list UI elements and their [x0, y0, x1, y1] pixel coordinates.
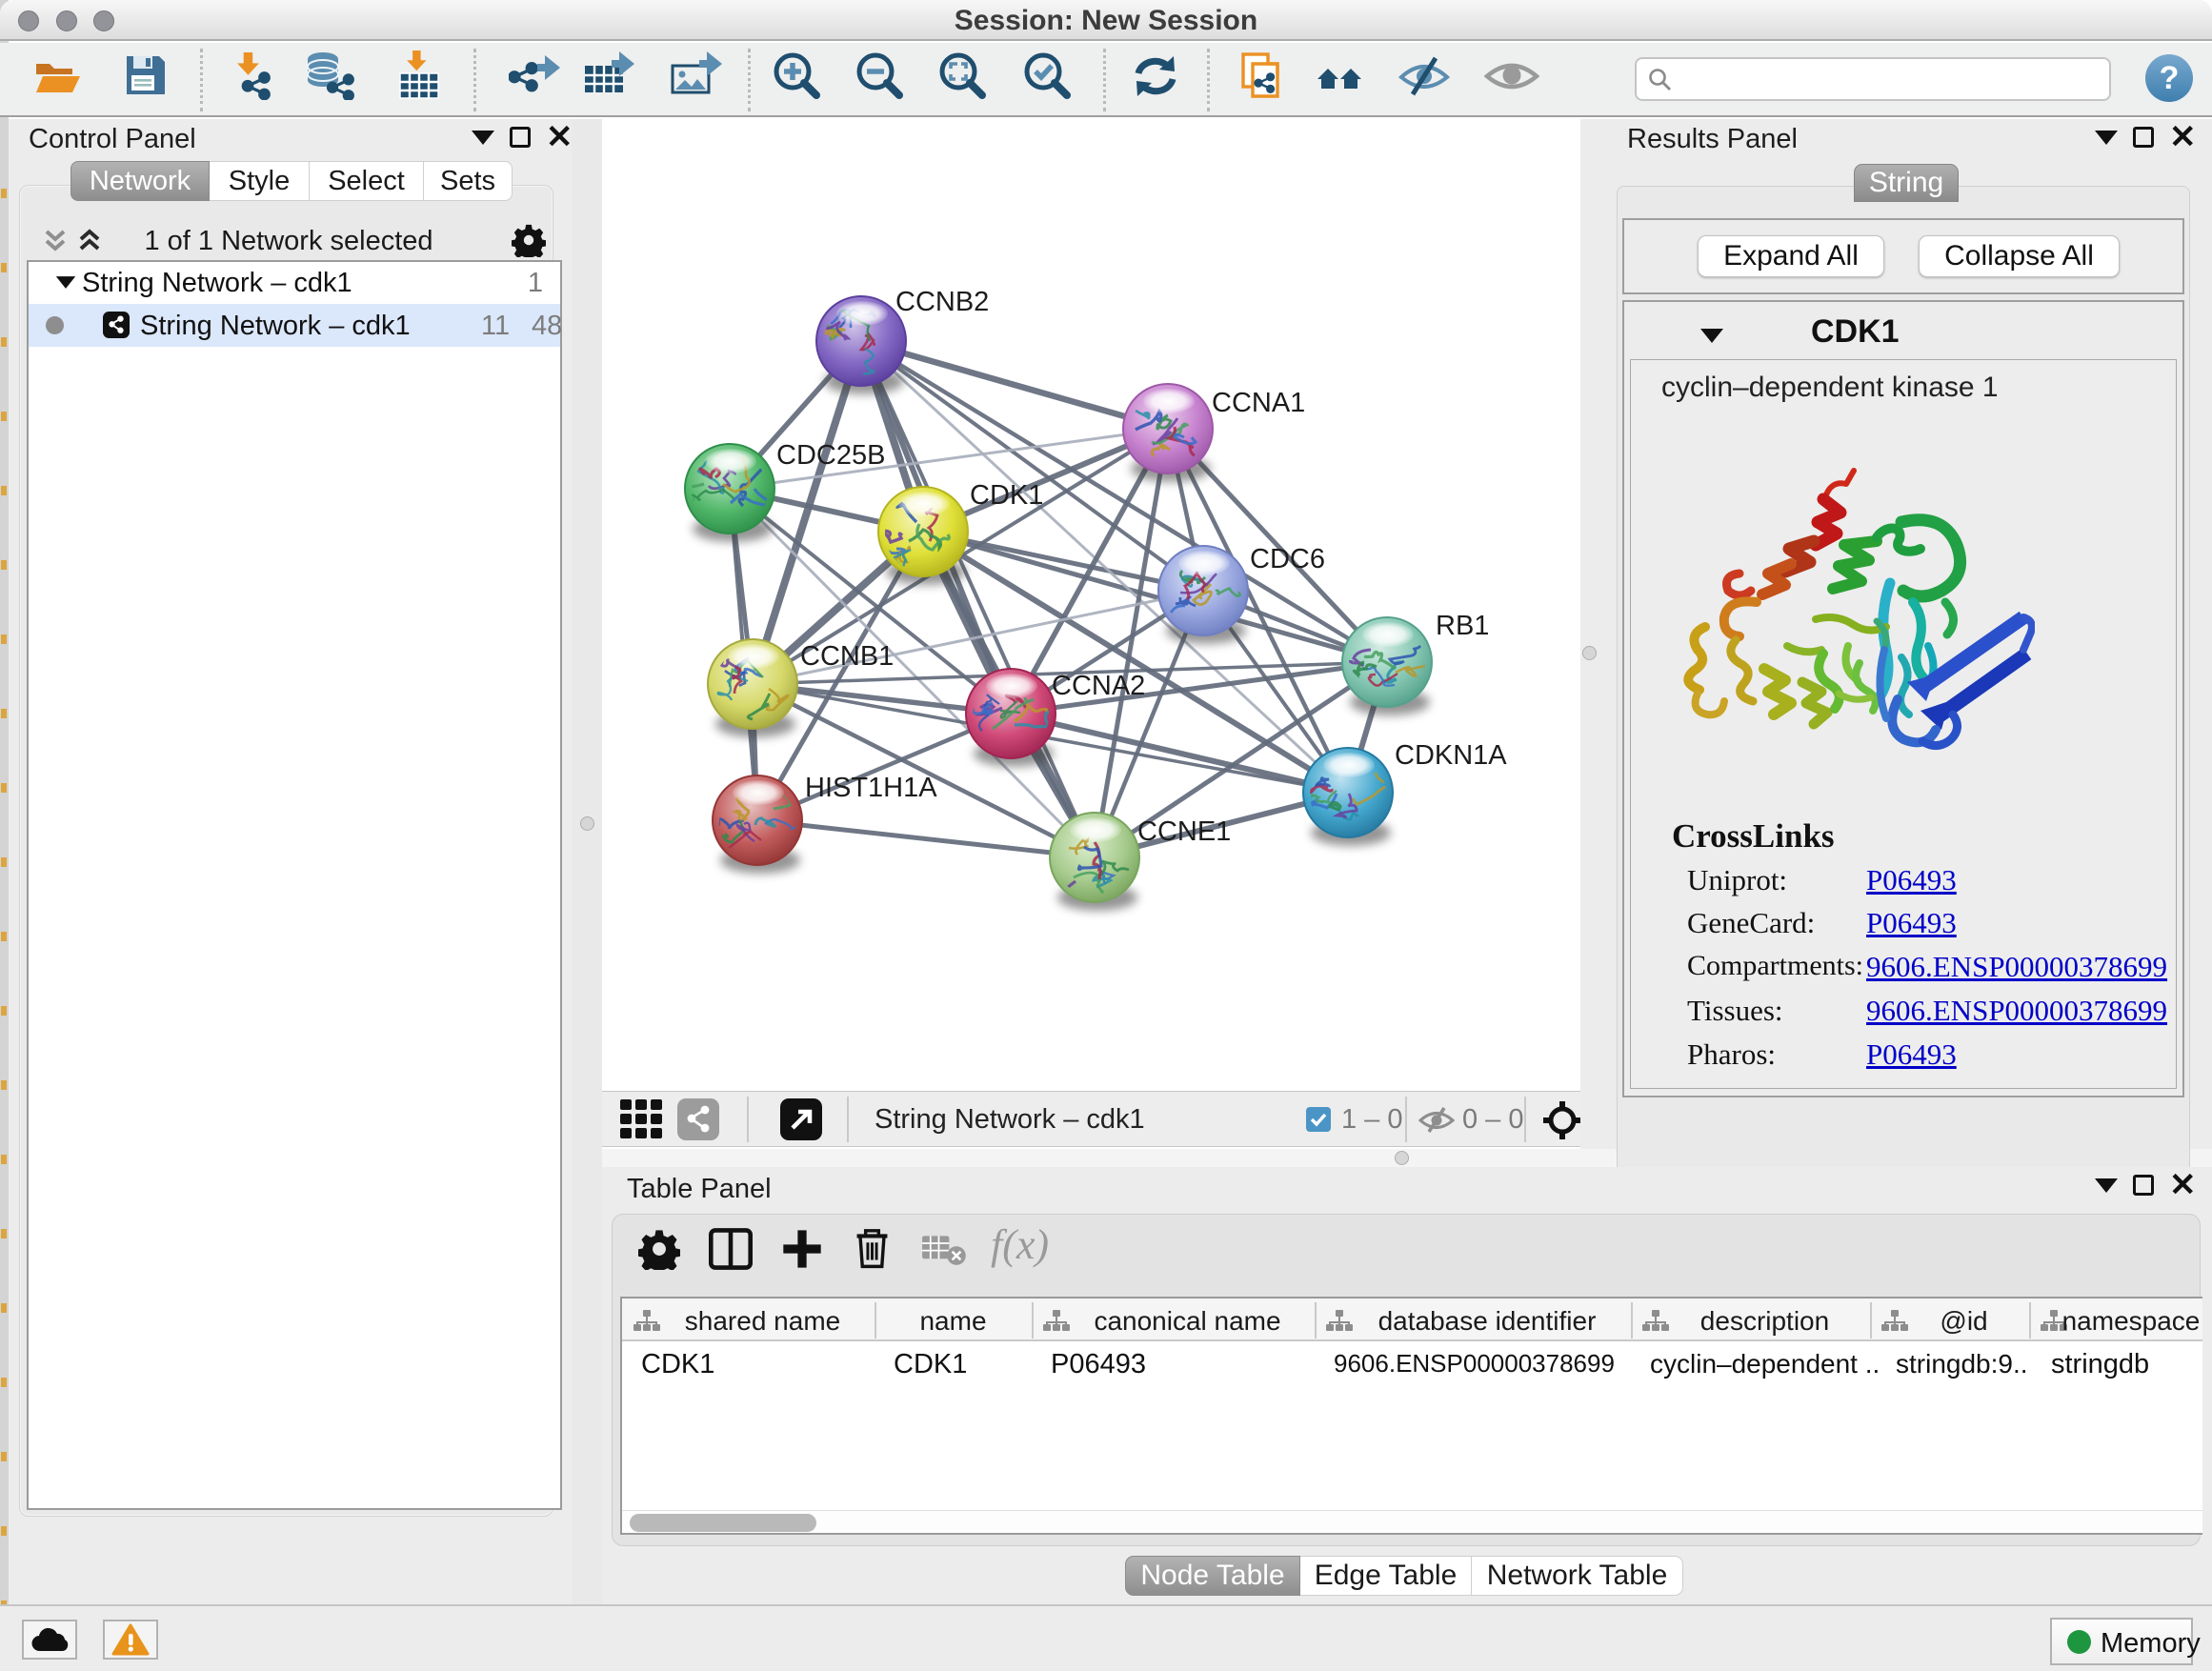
svg-text:CCNB1: CCNB1 [800, 641, 894, 672]
svg-text:HIST1H1A: HIST1H1A [805, 773, 937, 803]
svg-text:CDC6: CDC6 [1250, 544, 1325, 574]
svg-text:CDK1: CDK1 [970, 480, 1043, 511]
svg-text:CCNB2: CCNB2 [895, 287, 989, 317]
svg-text:RB1: RB1 [1436, 611, 1489, 641]
svg-text:CDKN1A: CDKN1A [1395, 740, 1507, 771]
svg-text:CDC25B: CDC25B [776, 440, 885, 471]
svg-text:CCNA2: CCNA2 [1052, 671, 1145, 701]
svg-text:CCNE1: CCNE1 [1137, 816, 1231, 847]
svg-text:CCNA1: CCNA1 [1212, 388, 1305, 418]
